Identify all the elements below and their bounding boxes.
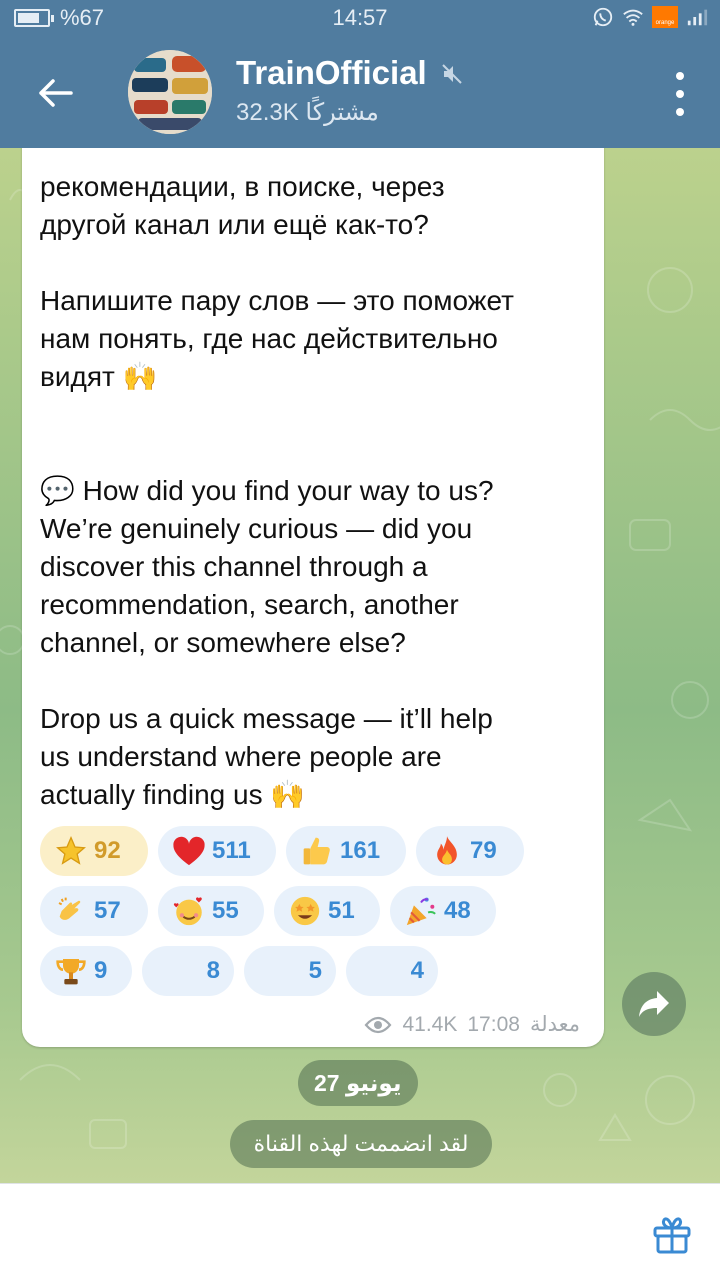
reaction-party-popper[interactable]: 48 xyxy=(390,886,496,936)
message-line: Напишите пару слов — это поможет xyxy=(40,285,514,316)
channel-name[interactable]: TrainOfficial xyxy=(236,54,427,92)
thumbs-up-icon xyxy=(300,834,334,868)
subscriber-count: 32.3K مشتركًا xyxy=(236,99,379,126)
more-vertical-icon-dot xyxy=(676,90,684,98)
reaction-fire[interactable]: 79 xyxy=(416,826,524,876)
views-eye-icon xyxy=(365,1016,392,1033)
reaction-count: 5 xyxy=(308,957,322,984)
views-count: 41.4K xyxy=(402,1012,458,1036)
status-right: orange xyxy=(592,6,708,28)
back-button[interactable] xyxy=(30,68,80,118)
raised-hands-icon: 🙌 xyxy=(270,778,306,811)
heart-icon xyxy=(172,834,206,868)
message-line: Drop us a quick message — it’ll help xyxy=(40,703,493,734)
carrier-label: orange xyxy=(655,20,675,26)
message-time: 17:08 xyxy=(467,1012,520,1036)
reaction-blank[interactable]: 8 xyxy=(142,946,234,996)
whatsapp-icon xyxy=(593,7,613,27)
clapping-icon xyxy=(54,894,88,928)
edited-label: معدلة xyxy=(529,1013,580,1036)
reactions-row: 57 55 51 48 xyxy=(40,886,496,936)
reaction-count: 51 xyxy=(328,897,355,924)
reaction-count: 55 xyxy=(212,897,239,924)
forward-button[interactable] xyxy=(622,972,686,1036)
message-line: рекомендации, в поиске, через xyxy=(40,171,445,202)
service-message: لقد انضممت لهذه القناة xyxy=(230,1120,492,1168)
reaction-smiling-hearts[interactable]: 55 xyxy=(158,886,264,936)
reaction-count: 48 xyxy=(444,897,471,924)
message-line: 💬 How did you find your way to us? xyxy=(40,472,600,510)
chat-header: TrainOfficial 32.3K مشتركًا xyxy=(0,38,720,148)
reactions-row: 92 511 161 79 xyxy=(40,826,524,876)
reactions-row: 9 8 5 4 xyxy=(40,946,438,996)
message-line: нам понять, где нас действительно xyxy=(40,323,498,354)
message-line: We’re genuinely curious — did you xyxy=(40,513,473,544)
trophy-icon xyxy=(54,954,88,988)
message-meta: 41.4K 17:08 معدلة xyxy=(364,1012,580,1037)
status-bar: %67 14:57 orange xyxy=(0,0,720,38)
message-line: us understand where people are xyxy=(40,741,442,772)
reaction-count: 79 xyxy=(470,837,497,864)
back-arrow-icon xyxy=(39,79,73,107)
reaction-count: 161 xyxy=(340,837,381,864)
date-separator: 27 يونيو xyxy=(298,1060,418,1106)
star-icon xyxy=(54,834,88,868)
mute-icon xyxy=(442,64,462,84)
message-line: channel, or somewhere else? xyxy=(40,627,406,658)
reaction-blank[interactable]: 4 xyxy=(346,946,438,996)
message-bubble[interactable]: вы нашли этот канал: по рекомендации, в … xyxy=(22,110,604,1047)
more-vertical-icon-dot xyxy=(676,108,684,116)
bottom-bar xyxy=(0,1183,720,1280)
more-vertical-icon xyxy=(676,72,684,80)
reaction-star[interactable]: 92 xyxy=(40,826,148,876)
message-line: actually finding us 🙌 xyxy=(40,776,600,814)
wifi-icon xyxy=(623,9,643,26)
raised-hands-icon: 🙌 xyxy=(122,360,158,393)
message-text: actually finding us xyxy=(40,779,263,810)
signal-icon xyxy=(687,9,708,26)
orange-carrier-icon: orange xyxy=(652,6,678,28)
speech-bubble-icon: 💬 xyxy=(40,474,75,507)
reaction-count: 511 xyxy=(212,837,251,864)
reaction-count: 9 xyxy=(94,957,108,984)
share-arrow-icon xyxy=(639,991,669,1017)
smiling-hearts-icon xyxy=(172,894,206,928)
reaction-star-struck[interactable]: 51 xyxy=(274,886,380,936)
message-line: discover this channel through a xyxy=(40,551,428,582)
reaction-trophy[interactable]: 9 xyxy=(40,946,132,996)
message-text: How did you find your way to us? xyxy=(82,475,494,506)
reaction-thumbs-up[interactable]: 161 xyxy=(286,826,406,876)
reaction-count: 92 xyxy=(94,837,121,864)
reaction-count: 8 xyxy=(206,957,220,984)
more-options-button[interactable] xyxy=(670,72,690,116)
gift-icon[interactable] xyxy=(650,1212,694,1256)
reaction-heart[interactable]: 511 xyxy=(158,826,276,876)
reaction-count: 4 xyxy=(410,957,424,984)
message-line: другой канал или ещё как-то? xyxy=(40,209,429,240)
reaction-count: 57 xyxy=(94,897,121,924)
message-text: видят xyxy=(40,361,115,392)
party-popper-icon xyxy=(404,894,438,928)
reaction-clapping[interactable]: 57 xyxy=(40,886,148,936)
channel-avatar[interactable] xyxy=(128,50,212,134)
reaction-blank[interactable]: 5 xyxy=(244,946,336,996)
train-collage-image xyxy=(128,50,212,134)
message-line: видят 🙌 xyxy=(40,358,600,396)
message-line: recommendation, search, another xyxy=(40,589,459,620)
star-struck-icon xyxy=(288,894,322,928)
fire-icon xyxy=(430,834,464,868)
